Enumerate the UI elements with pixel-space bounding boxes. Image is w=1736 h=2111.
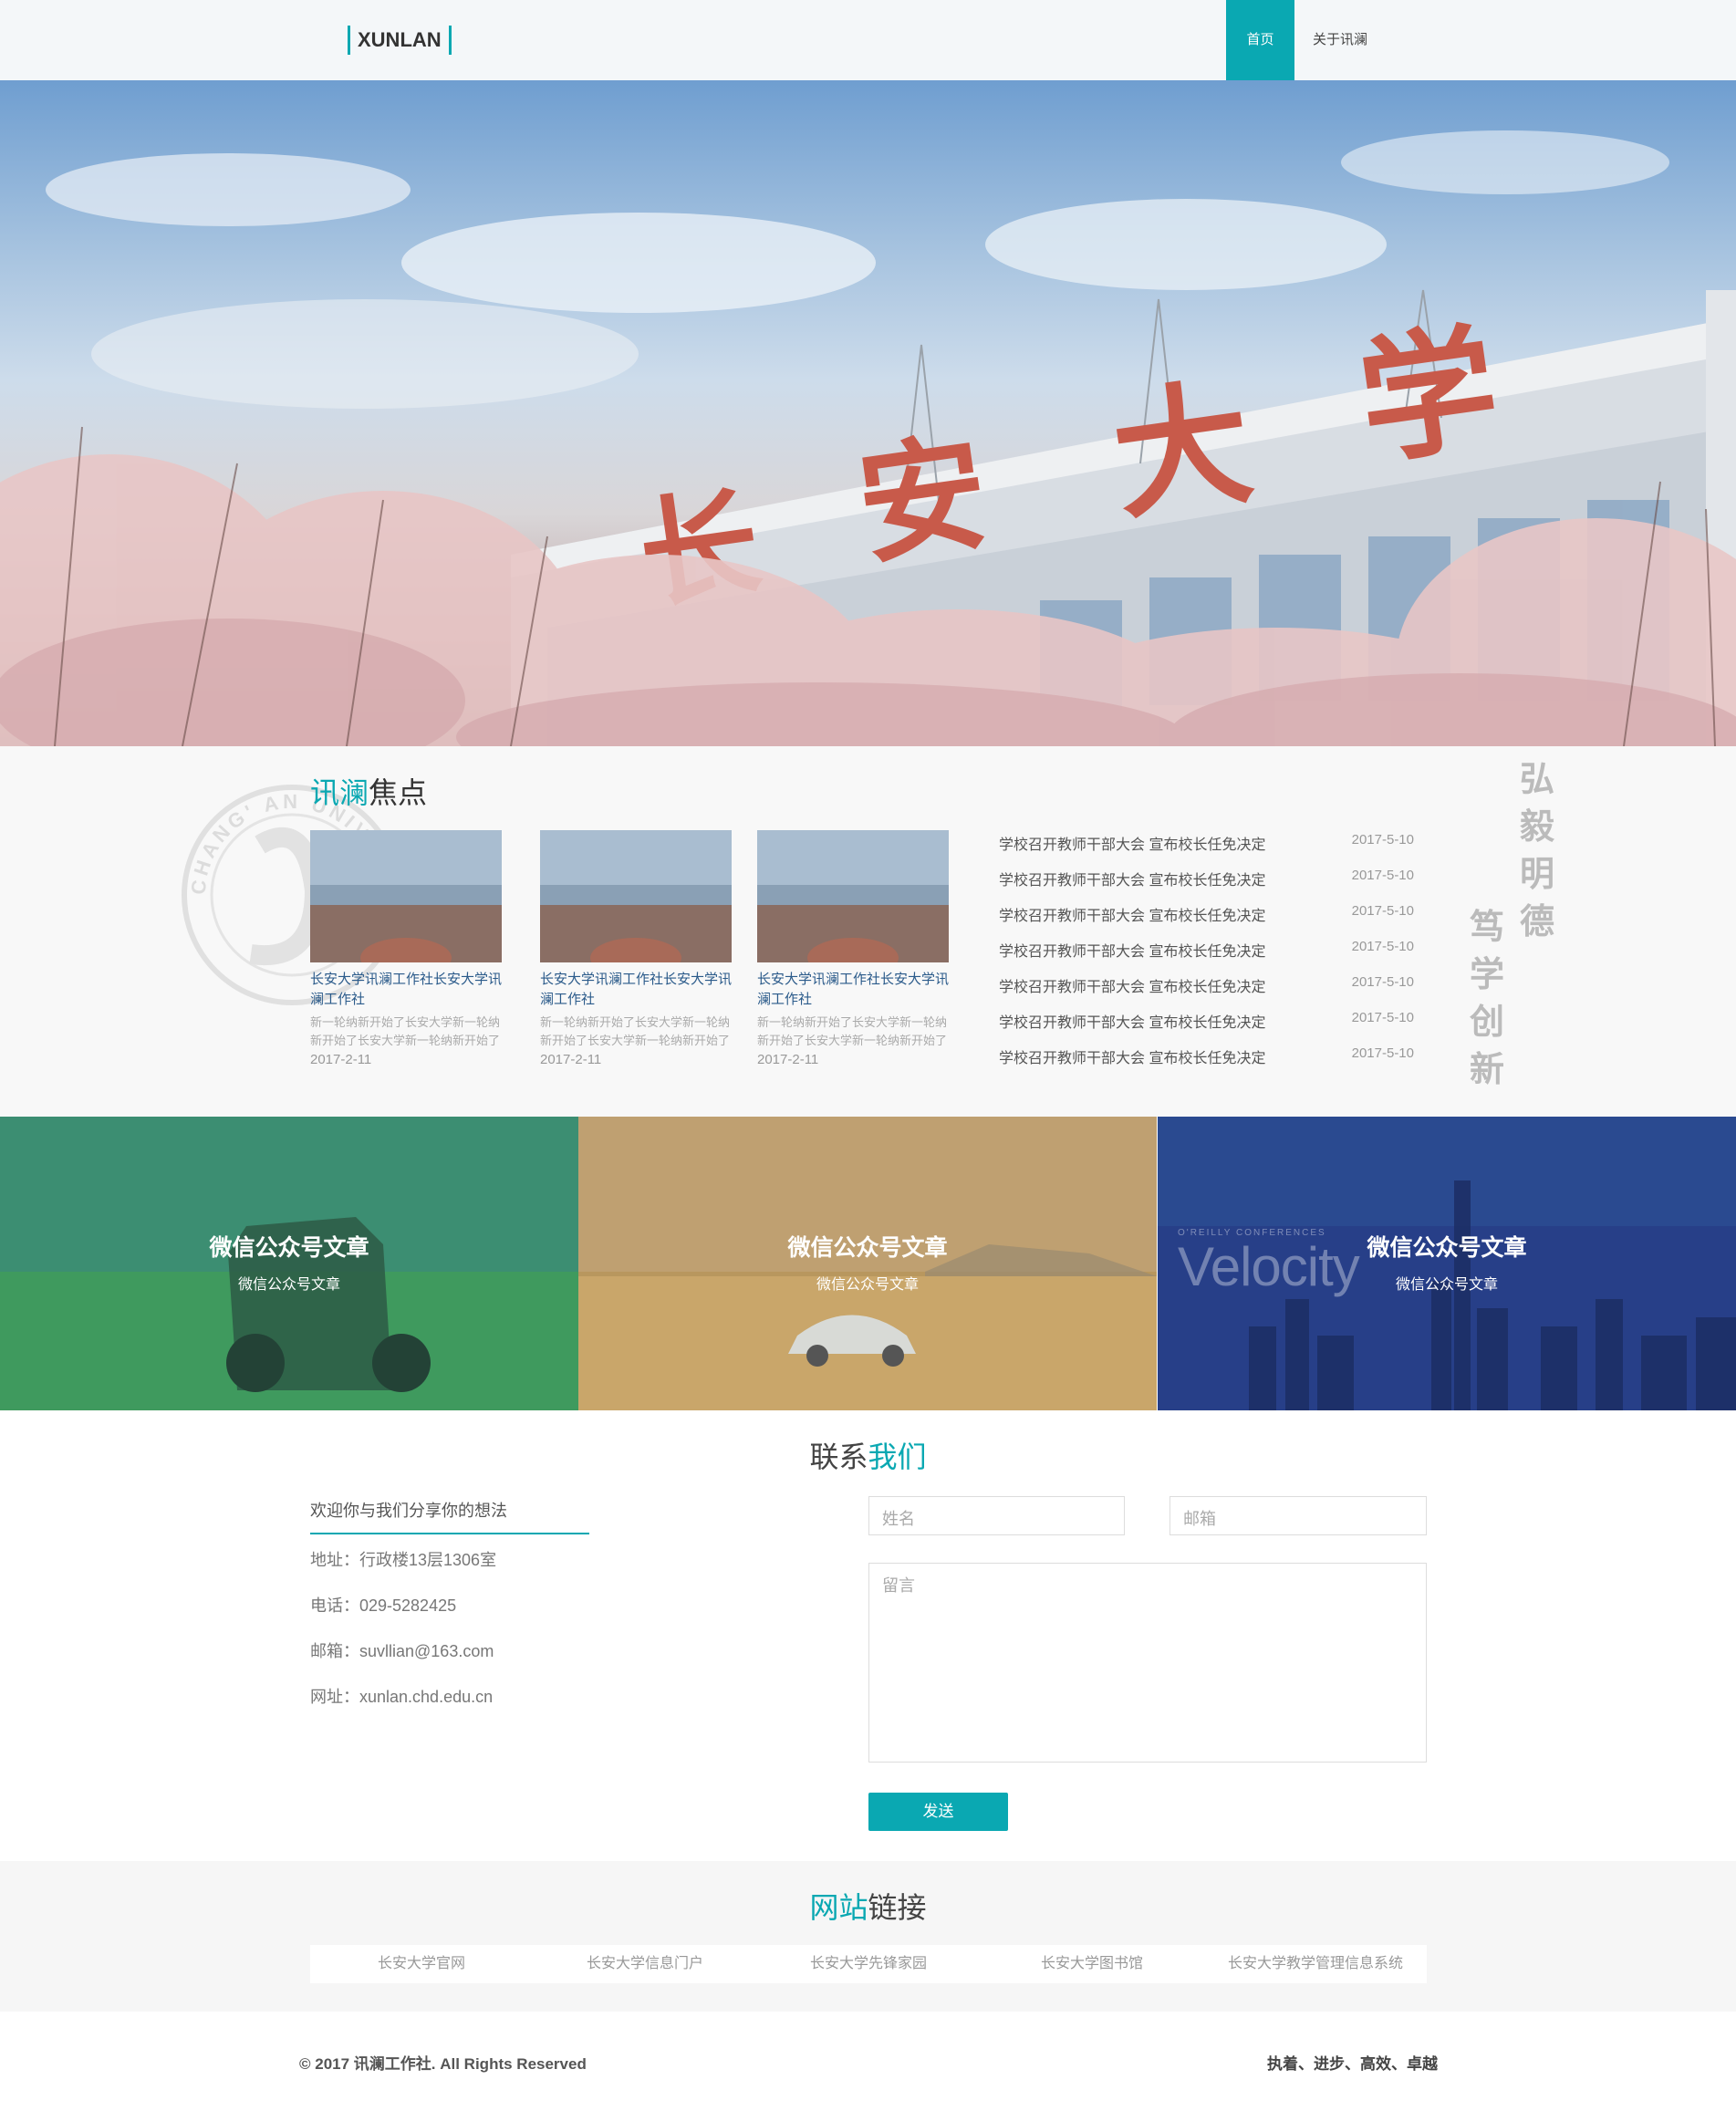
news-item-date: 2017-5-10 [1351, 1045, 1414, 1061]
footer-motto: 执着、进步、高效、卓越 [1267, 2055, 1438, 2073]
news-list-item[interactable]: 学校召开教师干部大会 宣布校长任免决定 2017-5-10 [999, 868, 1414, 903]
news-card[interactable]: 长安大学讯澜工作社长安大学讯澜工作社 新一轮纳新开始了长安大学新一轮纳新开始了长… [540, 830, 732, 1067]
news-item-date: 2017-5-10 [1351, 903, 1414, 919]
hero-sign-char: 安 [849, 418, 996, 584]
news-list: 学校召开教师干部大会 宣布校长任免决定 2017-5-10 学校召开教师干部大会 … [999, 832, 1414, 1081]
hero-sign-char: 大 [1103, 361, 1261, 539]
send-button[interactable]: 发送 [868, 1793, 1008, 1831]
wechat-article-panel[interactable]: O'REILLY CONFERENCES Velocity 微信公众号文章 微信… [1158, 1117, 1736, 1410]
news-card-desc: 新一轮纳新开始了长安大学新一轮纳新开始了长安大学新一轮纳新开始了 [540, 1015, 731, 1047]
news-item-title[interactable]: 学校召开教师干部大会 宣布校长任免决定 [999, 903, 1265, 925]
focus-section: CHANG' AN UNIVERSITY 讯澜焦点 长安大学讯澜工作社长安大学讯… [0, 746, 1736, 1117]
links-bar: 长安大学官网 长安大学信息门户 长安大学先锋家园 长安大学图书馆 长安大学教学管… [310, 1945, 1427, 1983]
wechat-article-panel[interactable]: 微信公众号文章 微信公众号文章 [578, 1117, 1157, 1410]
news-card-title[interactable]: 长安大学讯澜工作社长安大学讯澜工作社 [310, 970, 502, 1010]
news-list-item[interactable]: 学校召开教师干部大会 宣布校长任免决定 2017-5-10 [999, 903, 1414, 939]
nav-home[interactable]: 首页 [1226, 0, 1294, 80]
news-list-item[interactable]: 学校召开教师干部大会 宣布校长任免决定 2017-5-10 [999, 939, 1414, 974]
news-item-title[interactable]: 学校召开教师干部大会 宣布校长任免决定 [999, 974, 1265, 996]
news-list-item[interactable]: 学校召开教师干部大会 宣布校长任免决定 2017-5-10 [999, 832, 1414, 868]
link-item[interactable]: 长安大学官网 [310, 1945, 533, 1983]
hero-image: 长 安 大 学 [0, 130, 1736, 746]
wechat-panel-title: 微信公众号文章 [787, 1235, 948, 1261]
links-section: 网站链接 长安大学官网 长安大学信息门户 长安大学先锋家园 长安大学图书馆 长安… [0, 1861, 1736, 2012]
news-item-title[interactable]: 学校召开教师干部大会 宣布校长任免决定 [999, 832, 1265, 854]
news-list-item[interactable]: 学校召开教师干部大会 宣布校长任免决定 2017-5-10 [999, 1045, 1414, 1081]
news-item-title[interactable]: 学校召开教师干部大会 宣布校长任免决定 [999, 1010, 1265, 1032]
hero-sign-char: 学 [1349, 307, 1507, 484]
news-card-date: 2017-2-11 [310, 1052, 372, 1067]
contact-address: 地址：行政楼13层1306室 [310, 1551, 497, 1569]
footer-copyright: © 2017 讯澜工作社. All Rights Reserved [299, 2055, 587, 2073]
news-list-item[interactable]: 学校召开教师干部大会 宣布校长任免决定 2017-5-10 [999, 1010, 1414, 1045]
focus-title: 讯澜焦点 [310, 770, 427, 812]
name-input[interactable]: 姓名 [868, 1496, 1125, 1535]
wechat-panel-subtitle: 微信公众号文章 [237, 1277, 340, 1293]
news-item-date: 2017-5-10 [1351, 974, 1414, 990]
news-card[interactable]: 长安大学讯澜工作社长安大学讯澜工作社 新一轮纳新开始了长安大学新一轮纳新开始了长… [757, 830, 949, 1067]
contact-phone: 电话：029-5282425 [310, 1596, 457, 1615]
wechat-panel-title: 微信公众号文章 [209, 1235, 369, 1261]
email-input[interactable]: 邮箱 [1169, 1496, 1427, 1535]
wechat-article-panel[interactable]: 微信公众号文章 微信公众号文章 [0, 1117, 578, 1410]
contact-title-b: 我们 [868, 1440, 927, 1473]
hero-banner: 长 安 大 学 [0, 80, 1736, 746]
news-item-date: 2017-5-10 [1351, 939, 1414, 954]
news-card-title[interactable]: 长安大学讯澜工作社长安大学讯澜工作社 [757, 970, 949, 1010]
news-card-image [310, 830, 502, 962]
news-item-date: 2017-5-10 [1351, 868, 1414, 883]
news-card-image [757, 830, 949, 962]
top-navbar: XUNLAN 首页 关于讯澜 [0, 0, 1736, 80]
link-item[interactable]: 长安大学教学管理信息系统 [1204, 1945, 1427, 1983]
links-title-b: 链接 [868, 1891, 927, 1924]
link-item[interactable]: 长安大学信息门户 [534, 1945, 756, 1983]
contact-title: 联系我们 [0, 1434, 1736, 1476]
news-list-item[interactable]: 学校召开教师干部大会 宣布校长任免决定 2017-5-10 [999, 974, 1414, 1010]
news-card-image [540, 830, 732, 962]
wechat-panel-title: 微信公众号文章 [1367, 1235, 1527, 1261]
contact-website: 网址：xunlan.chd.edu.cn [310, 1688, 494, 1706]
contact-intro: 欢迎你与我们分享你的想法 [310, 1498, 589, 1534]
link-item[interactable]: 长安大学先锋家园 [757, 1945, 980, 1983]
wechat-panel-image [578, 1117, 1157, 1410]
focus-title-accent: 讯澜 [310, 776, 369, 809]
news-card-desc: 新一轮纳新开始了长安大学新一轮纳新开始了长安大学新一轮纳新开始了 [757, 1015, 948, 1047]
news-card[interactable]: 长安大学讯澜工作社长安大学讯澜工作社 新一轮纳新开始了长安大学新一轮纳新开始了长… [310, 830, 502, 1067]
wechat-panel-subtitle: 微信公众号文章 [1395, 1277, 1498, 1293]
message-textarea[interactable]: 留言 [868, 1563, 1427, 1763]
links-title: 网站链接 [0, 1885, 1736, 1927]
news-card-desc: 新一轮纳新开始了长安大学新一轮纳新开始了长安大学新一轮纳新开始了 [310, 1015, 501, 1047]
site-logo[interactable]: XUNLAN [348, 26, 452, 55]
news-item-title[interactable]: 学校召开教师干部大会 宣布校长任免决定 [999, 868, 1265, 889]
link-item[interactable]: 长安大学图书馆 [981, 1945, 1203, 1983]
wechat-panel-image [0, 1117, 578, 1410]
news-item-title[interactable]: 学校召开教师干部大会 宣布校长任免决定 [999, 939, 1265, 961]
news-item-date: 2017-5-10 [1351, 1010, 1414, 1025]
news-item-title[interactable]: 学校召开教师干部大会 宣布校长任免决定 [999, 1045, 1265, 1067]
wechat-panel-subtitle: 微信公众号文章 [816, 1277, 919, 1293]
news-card-date: 2017-2-11 [540, 1052, 602, 1067]
contact-title-a: 联系 [809, 1440, 868, 1473]
contact-email: 邮箱：suvllian@163.com [310, 1642, 494, 1660]
focus-title-rest: 焦点 [369, 776, 428, 809]
links-title-a: 网站 [809, 1891, 868, 1924]
news-item-date: 2017-5-10 [1351, 832, 1414, 848]
calligraphy-motto-1: 弘毅明德 [1519, 758, 1554, 941]
news-card-date: 2017-2-11 [757, 1052, 819, 1067]
calligraphy-motto-2: 笃学创新 [1469, 906, 1504, 1089]
nav-about[interactable]: 关于讯澜 [1303, 0, 1377, 80]
news-card-title[interactable]: 长安大学讯澜工作社长安大学讯澜工作社 [540, 970, 732, 1010]
